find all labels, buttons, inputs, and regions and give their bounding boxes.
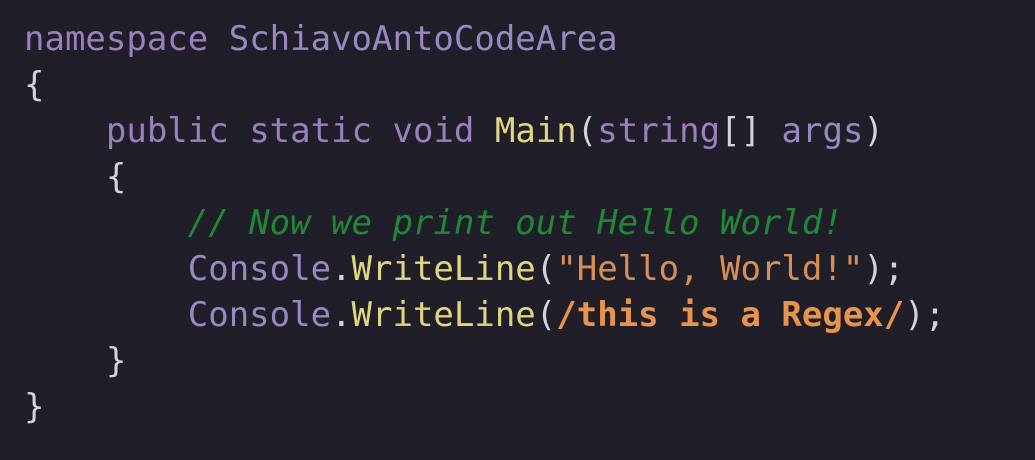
identifier-token: Console	[187, 249, 332, 289]
punctuation-token: (	[535, 249, 557, 289]
code-block[interactable]: namespace SchiavoAntoCodeArea{ public st…	[24, 16, 1035, 430]
punctuation-token: );	[904, 295, 946, 335]
punctuation-token: .	[331, 295, 352, 335]
punctuation-token: (	[535, 295, 557, 335]
string-literal-token: "Hello, World!"	[556, 249, 864, 289]
code-line: {	[24, 62, 1035, 108]
punctuation-token: (	[576, 111, 598, 151]
code-line: Console.WriteLine(/this is a Regex/);	[24, 292, 1035, 338]
regex-literal-token: /this is a Regex/	[556, 295, 905, 335]
code-line: {	[24, 154, 1035, 200]
punctuation-token: []	[720, 111, 762, 151]
type-token: string	[597, 111, 721, 151]
code-line: // Now we print out Hello World!	[24, 200, 1035, 246]
function-name-token: Main	[494, 111, 577, 151]
code-line: namespace SchiavoAntoCodeArea	[24, 16, 1035, 62]
punctuation-token: }	[24, 387, 45, 427]
punctuation-token: )	[863, 111, 884, 151]
code-line: }	[24, 384, 1035, 430]
code-editor[interactable]: namespace SchiavoAntoCodeArea{ public st…	[0, 0, 1035, 460]
punctuation-token: }	[105, 341, 127, 381]
function-name-token: WriteLine	[351, 249, 536, 289]
code-line: }	[24, 338, 1035, 384]
code-line: Console.WriteLine("Hello, World!");	[24, 246, 1035, 292]
identifier-token: SchiavoAntoCodeArea	[228, 19, 618, 59]
identifier-token: Console	[187, 295, 332, 335]
punctuation-token: {	[24, 65, 45, 105]
keyword-token: static	[249, 111, 373, 151]
keyword-token: namespace	[24, 19, 209, 59]
punctuation-token: .	[331, 249, 352, 289]
keyword-token: public	[105, 111, 229, 151]
punctuation-token: {	[105, 157, 127, 197]
function-name-token: WriteLine	[351, 295, 536, 335]
comment-token: // Now we print out Hello World!	[187, 203, 843, 243]
punctuation-token: );	[863, 249, 905, 289]
identifier-token: args	[781, 111, 864, 151]
code-line: public static void Main(string[] args)	[24, 108, 1035, 154]
keyword-token: void	[392, 111, 475, 151]
